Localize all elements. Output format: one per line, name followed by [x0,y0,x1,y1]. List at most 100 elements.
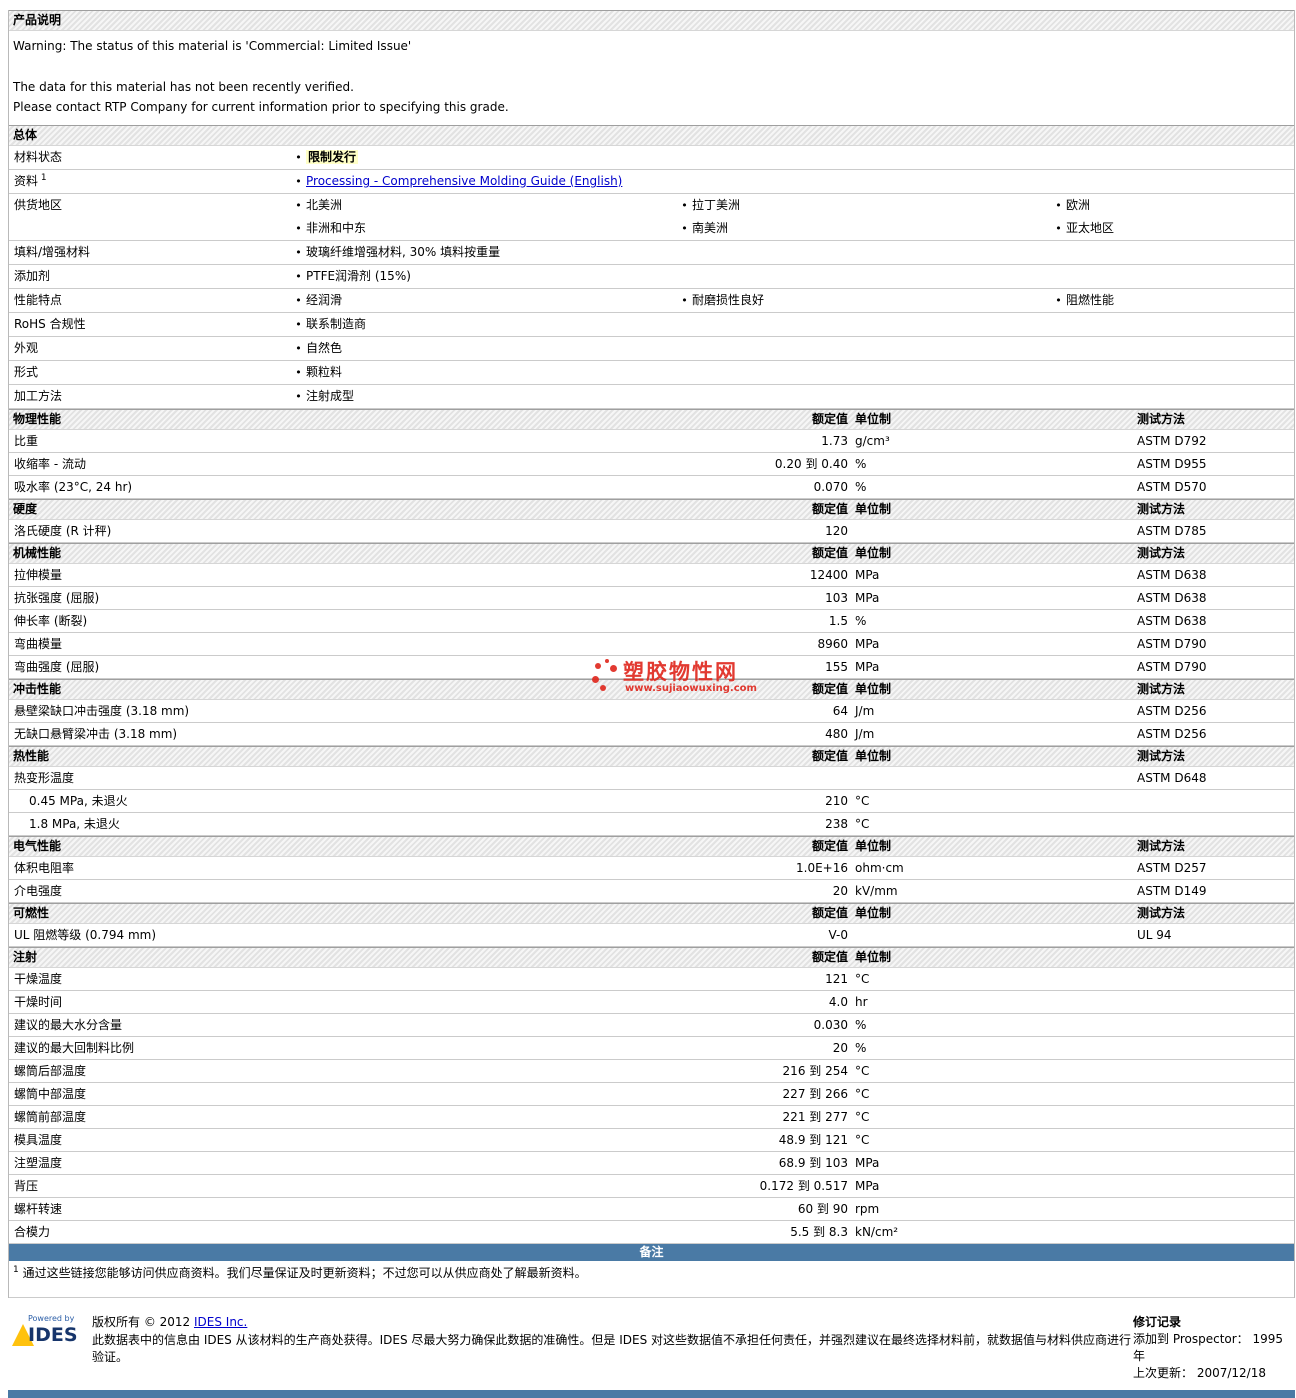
revision-title: 修订记录 [1133,1315,1182,1329]
ides-logo-text: IDES [28,1324,78,1346]
property-unit: °C [855,972,870,986]
property-method: ASTM D638 [1137,614,1207,628]
property-value: 0.070 [813,480,848,494]
bullet-label: 北美洲 [306,198,343,212]
bullet-column: • 玻璃纤维增强材料, 30% 填料按重量 [287,241,673,264]
bullet-item: • 注射成型 [291,385,673,408]
bullet-column: • 注射成型 [287,385,673,408]
column-header-value: 额定值 [811,502,848,516]
property-value: 216 到 254 [782,1064,848,1078]
column-header-unit: 单位制 [855,502,892,516]
bullet-icon: • [681,222,688,235]
property-label: 弯曲模量 [14,637,63,651]
property-row: 背压 0.172 到 0.517 MPa [9,1175,1294,1198]
property-label: 弯曲强度 (屈服) [14,660,100,674]
property-method: ASTM D792 [1137,434,1207,448]
property-method [1130,1014,1294,1036]
property-value: 121 [825,972,848,986]
bullet-item: • PTFE润滑剂 (15%) [291,265,673,288]
property-label: 螺筒中部温度 [14,1087,87,1101]
property-row: 弯曲模量 8960 MPa ASTM D790 [9,633,1294,656]
bullet-label: 拉丁美洲 [692,198,741,212]
row-label: 形式 [14,365,39,379]
property-label: 背压 [14,1179,39,1193]
bottom-accent-bar [8,1390,1295,1398]
property-label: UL 阻燃等级 (0.794 mm) [14,928,157,942]
bullet-item: • 颗粒料 [291,361,673,384]
notes-bar: 备注 [9,1244,1294,1261]
bullet-label: 注射成型 [306,389,355,403]
bullet-item: • 北美洲 [291,194,673,217]
bullet-item: • 欧洲 [1051,194,1294,217]
property-value: 227 到 266 [782,1087,848,1101]
property-unit: % [855,480,867,494]
section-header: 电气性能 额定值 单位制 测试方法 [9,836,1294,857]
ides-inc-link[interactable]: IDES Inc. [194,1315,247,1329]
column-header-value: 额定值 [811,546,848,560]
property-row: 1.8 MPa, 未退火 238 °C [9,813,1294,836]
property-unit: MPa [855,1179,880,1193]
property-value: 103 [825,591,848,605]
property-unit [848,924,1130,946]
column-header-unit: 单位制 [855,682,892,696]
bullet-column: • 拉丁美洲 • 南美洲 [673,194,1047,240]
datasheet-link[interactable]: Processing - Comprehensive Molding Guide… [306,174,622,188]
property-unit: °C [855,794,870,808]
bullet-item: • 亚太地区 [1051,217,1294,240]
property-row: 拉伸模量 12400 MPa ASTM D638 [9,564,1294,587]
bullet-label: 经润滑 [306,293,343,307]
row-label: 性能特点 [14,293,63,307]
property-row: 注塑温度 68.9 到 103 MPa [9,1152,1294,1175]
bullet-item: • 拉丁美洲 [677,194,1047,217]
bullet-column: • 北美洲 • 非洲和中东 [287,194,673,240]
bullet-label: 颗粒料 [306,365,343,379]
bullet-item: • Processing - Comprehensive Molding Guid… [291,170,673,193]
column-header-method: 测试方法 [1137,906,1186,920]
property-label: 建议的最大水分含量 [14,1018,123,1032]
bullet-item: • 非洲和中东 [291,217,673,240]
section-title: 物理性能 [13,412,62,426]
property-unit: % [855,457,867,471]
column-header-method: 测试方法 [1137,412,1186,426]
column-header-value: 额定值 [811,412,848,426]
property-label: 收缩率 - 流动 [14,457,86,471]
general-row: 加工方法 • 注射成型 [9,385,1294,409]
property-label: 注塑温度 [14,1156,63,1170]
property-unit: °C [855,817,870,831]
bullet-icon: • [295,199,302,212]
column-header-method: 测试方法 [1137,682,1186,696]
property-value: 221 到 277 [782,1110,848,1124]
property-method: ASTM D638 [1137,568,1207,582]
property-method [1130,1060,1294,1082]
section-title: 热性能 [13,749,50,763]
bullet-icon: • [295,318,302,331]
property-row: 建议的最大回制料比例 20% [9,1037,1294,1060]
property-row: 螺杆转速 60 到 90 rpm [9,1198,1294,1221]
general-row: 填料/增强材料 • 玻璃纤维增强材料, 30% 填料按重量 [9,241,1294,265]
row-label: 供货地区 [14,198,63,212]
property-row: 体积电阻率 1.0E+16 ohm·cm ASTM D257 [9,857,1294,880]
property-label: 洛氏硬度 (R 计秤) [14,524,112,538]
property-unit: °C [855,1064,870,1078]
property-sections: 物理性能 额定值 单位制 测试方法 比重 1.73 g/cm³ ASTM D792 收缩率 - … [9,409,1294,1244]
property-value: 1.73 [821,434,848,448]
bullet-label: 亚太地区 [1066,221,1115,235]
bullet-column: • 颗粒料 [287,361,673,384]
property-label: 螺筒后部温度 [14,1064,87,1078]
property-value: 210 [825,794,848,808]
property-method: ASTM D257 [1137,861,1207,875]
general-row: RoHS 合规性 • 联系制造商 [9,313,1294,337]
property-value: V-0 [828,928,848,942]
property-row: 建议的最大水分含量 0.030% [9,1014,1294,1037]
bullet-column: • PTFE润滑剂 (15%) [287,265,673,288]
property-row: 介电强度 20 kV/mm ASTM D149 [9,880,1294,903]
column-header-value: 额定值 [811,906,848,920]
column-header-unit: 单位制 [855,412,892,426]
property-row: 吸水率 (23°C, 24 hr) 0.070% ASTM D570 [9,476,1294,499]
bullet-label: 耐磨损性良好 [692,293,765,307]
column-header-unit: 单位制 [855,546,892,560]
property-row: 弯曲强度 (屈服) 155 MPa ASTM D790 [9,656,1294,679]
property-method: ASTM D648 [1137,771,1207,785]
row-label: 资料 1 [14,173,47,189]
property-row: 螺筒前部温度 221 到 277 °C [9,1106,1294,1129]
